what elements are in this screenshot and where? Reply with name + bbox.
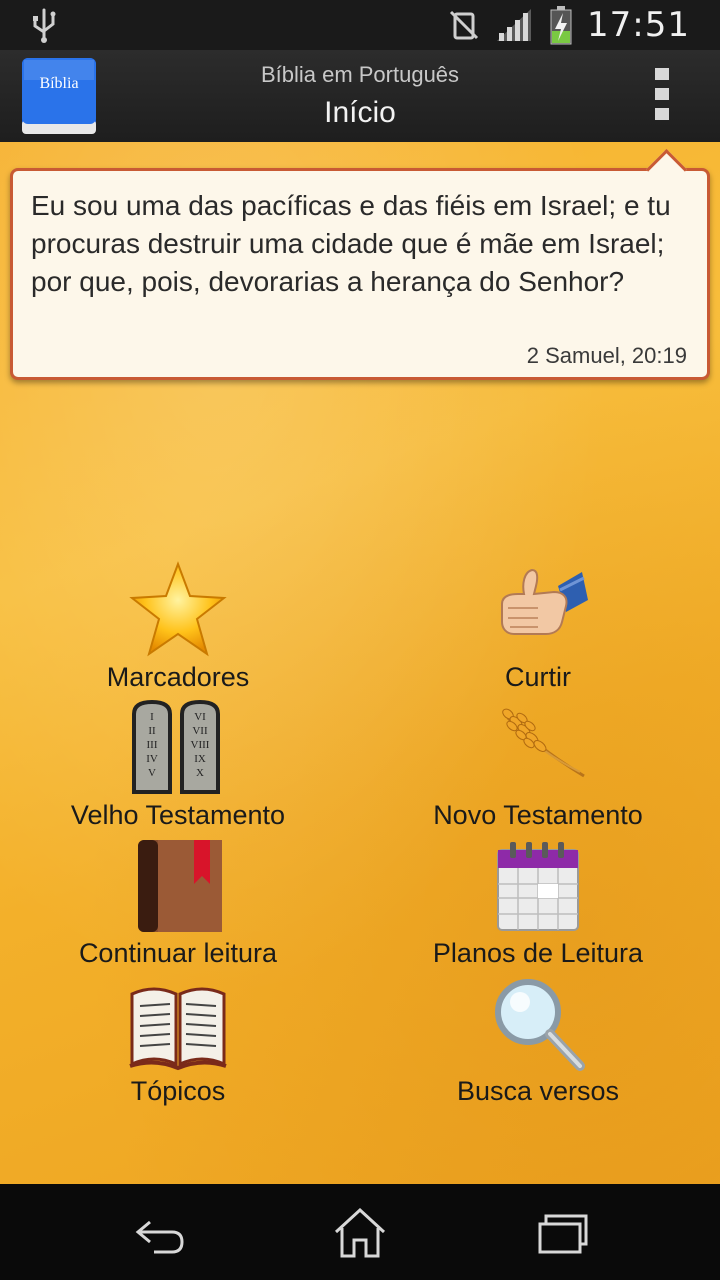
usb-icon — [33, 8, 56, 43]
app-subtitle: Bíblia em Português — [260, 62, 460, 87]
menu-label: Curtir — [505, 662, 571, 692]
wheat-icon — [502, 708, 585, 778]
thumbs-up-icon — [501, 568, 588, 635]
home-content: Eu sou uma das pacíficas e das fiéis em … — [0, 142, 720, 1184]
status-bar: 17:51 — [0, 0, 720, 50]
back-icon[interactable] — [132, 1208, 188, 1258]
vibrate-muted-icon — [449, 10, 479, 40]
magnifier-icon — [495, 979, 585, 1071]
calendar-icon — [497, 842, 579, 931]
star-icon — [129, 561, 227, 657]
action-bar: Bíblia Bíblia em Português Início — [0, 50, 720, 144]
verse-reference: 2 Samuel, 20:19 — [526, 343, 687, 368]
menu-label: Planos de Leitura — [432, 938, 644, 968]
menu-label: Novo Testamento — [433, 800, 643, 830]
navigation-bar — [0, 1184, 720, 1280]
menu-label: Tópicos — [130, 1076, 226, 1106]
signal-icon — [497, 9, 532, 41]
svg-text:VIII: VIII — [191, 739, 210, 751]
page-title: Início — [324, 96, 396, 129]
home-icon[interactable] — [332, 1208, 388, 1258]
card-pointer — [645, 148, 688, 191]
stone-tablets-icon: I II III IV V VI VII VIII IX X — [132, 699, 220, 794]
menu-label: Continuar leitura — [78, 938, 278, 968]
open-book-icon — [129, 987, 227, 1071]
verse-text: Eu sou uma das pacíficas e das fiéis em … — [31, 190, 671, 297]
svg-text:X: X — [196, 767, 204, 779]
clock: 17:51 — [587, 5, 690, 45]
svg-text:I: I — [150, 711, 154, 723]
svg-text:V: V — [148, 767, 156, 779]
svg-text:VI: VI — [194, 711, 206, 723]
svg-text:VII: VII — [192, 725, 208, 737]
svg-text:IV: IV — [146, 753, 158, 765]
overflow-menu-button[interactable] — [650, 68, 674, 126]
menu-label: Busca versos — [456, 1076, 620, 1106]
bookmark-book-icon — [138, 840, 222, 932]
menu-label: Velho Testamento — [70, 800, 286, 830]
recent-apps-icon[interactable] — [534, 1208, 590, 1258]
verse-of-the-day-card[interactable]: Eu sou uma das pacíficas e das fiéis em … — [10, 148, 710, 380]
battery-charging-icon — [550, 6, 572, 45]
menu-label: Marcadores — [106, 662, 250, 692]
svg-text:II: II — [148, 725, 156, 737]
svg-text:III: III — [147, 739, 158, 751]
svg-text:IX: IX — [194, 753, 206, 765]
